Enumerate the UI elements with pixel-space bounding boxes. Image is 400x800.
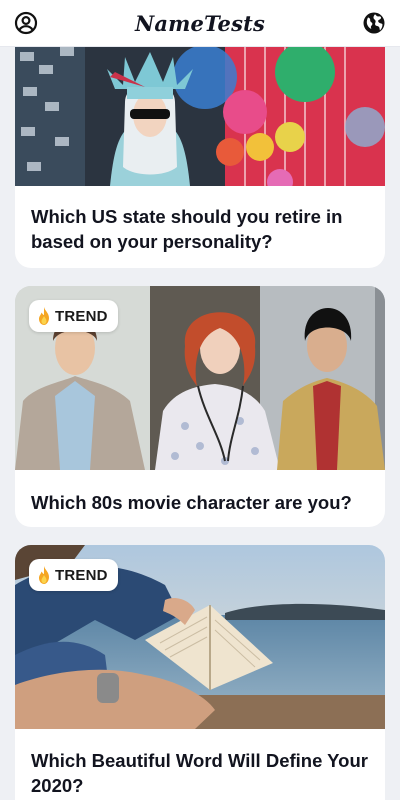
app-header: NameTests — [0, 0, 400, 47]
quiz-card-title[interactable]: Which 80s movie character are you? — [15, 490, 385, 515]
quiz-card[interactable]: Which US state should you retire in base… — [15, 47, 385, 268]
quiz-card-image[interactable] — [15, 47, 385, 186]
quiz-card-title[interactable]: Which US state should you retire in base… — [15, 204, 385, 254]
fire-icon — [39, 566, 49, 584]
quiz-card-image[interactable]: TREND — [15, 545, 385, 729]
quiz-card[interactable]: TREND Which 80s movie character are you? — [15, 286, 385, 527]
quiz-card[interactable]: TREND Which Beautiful Word Will Define Y… — [15, 545, 385, 800]
quiz-feed[interactable]: Which US state should you retire in base… — [0, 47, 400, 800]
trend-badge: TREND — [29, 559, 118, 591]
globe-icon[interactable] — [362, 11, 386, 35]
app-logo[interactable]: NameTests — [135, 11, 265, 36]
badge-label: TREND — [55, 566, 108, 584]
fire-icon — [39, 307, 49, 325]
trend-badge: TREND — [29, 300, 118, 332]
quiz-card-title[interactable]: Which Beautiful Word Will Define Your 20… — [15, 748, 385, 798]
quiz-card-image[interactable]: TREND — [15, 286, 385, 470]
user-circle-icon[interactable] — [14, 11, 38, 35]
badge-label: TREND — [55, 307, 108, 325]
